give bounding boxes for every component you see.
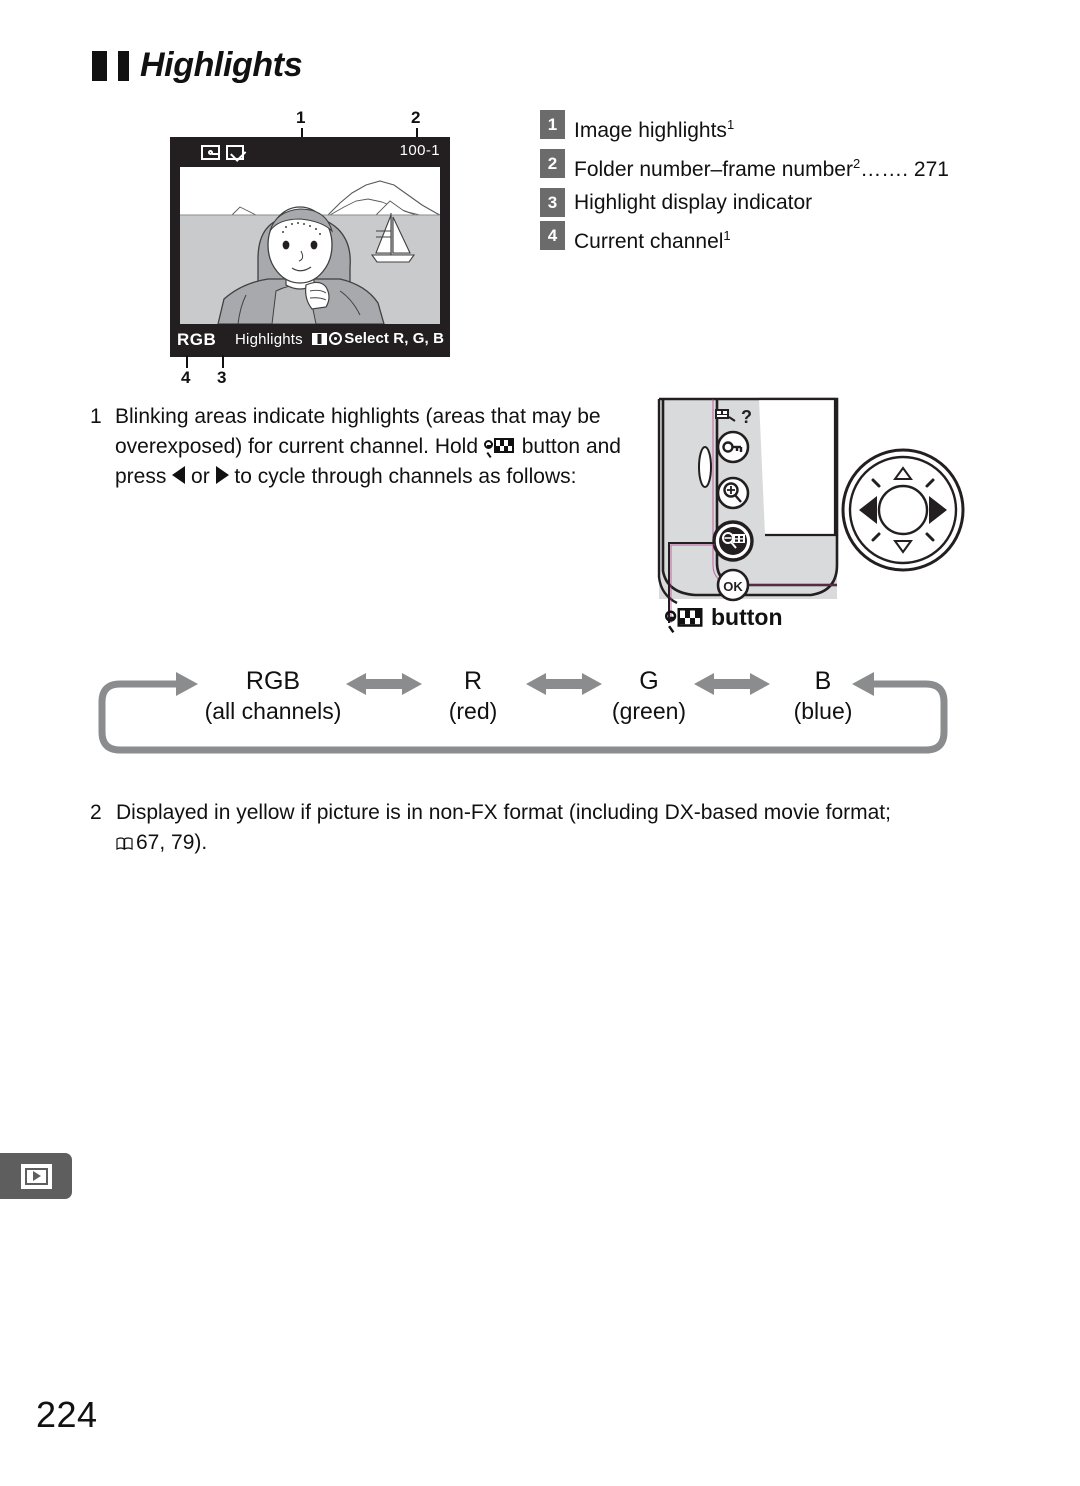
- callout-leader-4: [186, 355, 188, 368]
- magnifier-minus-icon: [665, 610, 677, 622]
- cycle-item-2-top: G: [639, 667, 659, 695]
- legend-badge-1: 1: [540, 110, 565, 139]
- legend-dots-2: …….: [860, 158, 909, 181]
- footnote-2-number: 2: [90, 801, 102, 824]
- retouch-icon: [226, 145, 244, 160]
- button-caption-label: button: [711, 604, 783, 630]
- svg-text:?: ?: [741, 407, 752, 427]
- thumbnail-icon: [312, 332, 328, 345]
- callout-number-4: 4: [181, 368, 191, 387]
- cycle-item-0-top: RGB: [245, 667, 301, 695]
- cycle-item-1-bottom: (red): [448, 698, 498, 724]
- legend-label-1: Image highlights1: [574, 110, 734, 146]
- legend-label-2: Folder number–frame number2……. 271: [574, 149, 949, 185]
- legend-label-3: Highlight display indicator: [574, 191, 813, 214]
- legend-list: 1 Image highlights1 2 Folder number–fram…: [540, 110, 990, 260]
- current-channel-label: RGB: [177, 330, 217, 349]
- lcd-top-bar: 100-1: [171, 138, 449, 167]
- legend-badge-4: 4: [540, 221, 565, 250]
- page-number: 224: [36, 1394, 98, 1435]
- right-arrow-icon: [215, 466, 229, 484]
- list-item: 1 Image highlights1: [540, 110, 990, 146]
- playback-icon: [20, 1163, 52, 1189]
- select-channel-hint-label: Select R, G, B: [344, 330, 444, 347]
- legend-label-2-text: Folder number–frame number: [574, 158, 853, 181]
- list-item: 2 Folder number–frame number2……. 271: [540, 149, 990, 185]
- checkerboard-icon: [493, 438, 514, 453]
- cycle-item-1-top: R: [463, 667, 483, 695]
- legend-sup-1: 1: [726, 117, 735, 132]
- zoom-out-thumbnail-icon: [665, 606, 705, 629]
- cycle-item-3-bottom: (blue): [793, 698, 853, 724]
- cycle-item-2-bottom: (green): [611, 698, 687, 724]
- step-1-body: Blinking areas indicate highlights (area…: [115, 402, 650, 492]
- protect-key-icon: [201, 145, 220, 160]
- footnote-2: 2 Displayed in yellow if picture is in n…: [90, 798, 990, 858]
- multi-selector-icon: [329, 332, 343, 345]
- select-channel-hint: Select R, G, B: [312, 330, 444, 347]
- button-caption: button: [665, 604, 783, 631]
- preview-image: [180, 167, 440, 324]
- legend-badge-3: 3: [540, 188, 565, 217]
- lcd-bottom-bar: RGB Highlights Select R, G, B: [171, 326, 449, 356]
- frame-number-value: 100-1: [399, 142, 440, 159]
- legend-label-1-text: Image highlights: [574, 119, 727, 142]
- callout-leader-3: [222, 355, 224, 368]
- legend-label-4-text: Current channel: [574, 230, 724, 253]
- step-1-text-d: to cycle through channels as follows:: [234, 465, 577, 488]
- page-title: Highlights: [92, 46, 303, 85]
- callout-number-1: 1: [296, 108, 306, 127]
- play-triangle-icon: [32, 1171, 41, 1181]
- footnote-2-body: Displayed in yellow if picture is in non…: [116, 798, 990, 858]
- list-item: 3 Highlight display indicator: [540, 188, 990, 218]
- playback-icon-frame: [24, 1167, 48, 1185]
- list-item: 4 Current channel1: [540, 221, 990, 257]
- cycle-item-0-bottom: (all channels): [204, 698, 342, 724]
- callout-number-2: 2: [411, 108, 421, 127]
- section-square-marker-icon-2: [118, 50, 129, 81]
- footnote-2-text-b: 67, 79).: [136, 831, 208, 854]
- callout-number-3: 3: [217, 368, 227, 387]
- step-1: 1 Blinking areas indicate highlights (ar…: [90, 402, 650, 492]
- footnote-2-text-a: Displayed in yellow if picture is in non…: [116, 801, 891, 824]
- cycle-item-3-top: B: [814, 667, 832, 695]
- highlight-display-indicator: Highlights: [235, 331, 303, 348]
- svg-text:OK: OK: [723, 579, 743, 594]
- section-tab-playback[interactable]: [0, 1153, 72, 1199]
- camera-lcd-preview: 100-1 RGB Highlights Select R, G, B: [170, 137, 450, 357]
- page-title-text: Highlights: [140, 46, 303, 84]
- channel-cycle-diagram: RGB (all channels) R (red) G (green) B (…: [88, 662, 958, 762]
- zoom-out-thumbnail-icon: [483, 437, 516, 455]
- step-1-text-c: or: [191, 465, 210, 488]
- step-1-number: 1: [90, 405, 102, 428]
- legend-badge-2: 2: [540, 149, 565, 178]
- section-square-marker-icon: [92, 50, 107, 81]
- book-reference-icon: [116, 829, 133, 851]
- magnifier-minus-icon: [483, 440, 493, 449]
- legend-label-4: Current channel1: [574, 221, 731, 257]
- legend-page-2: 271: [913, 158, 949, 181]
- left-arrow-icon: [172, 466, 186, 484]
- checkerboard-icon: [677, 607, 703, 627]
- legend-sup-4: 1: [723, 228, 731, 243]
